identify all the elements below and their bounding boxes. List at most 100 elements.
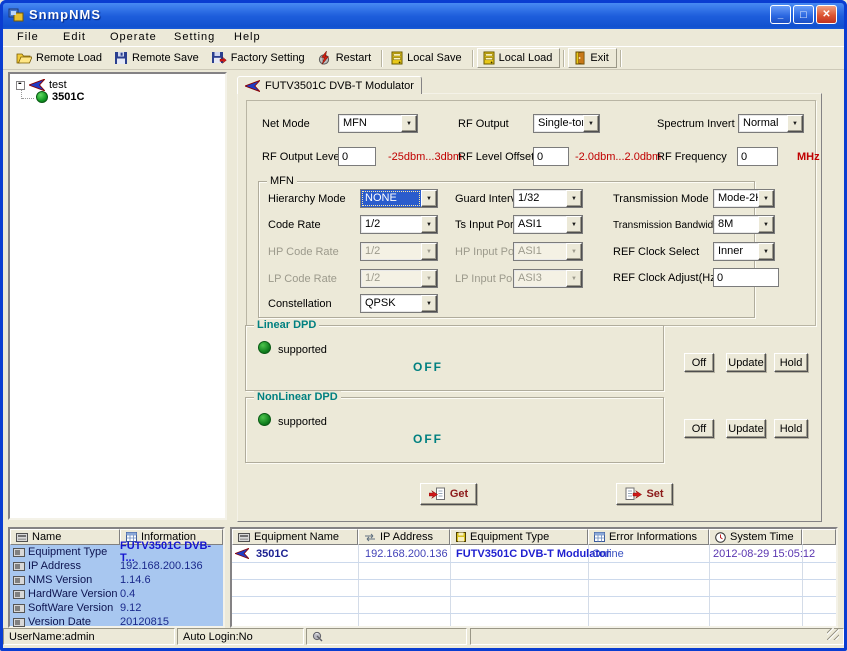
linear-dpd-update-button[interactable]: Update — [726, 353, 766, 372]
tree-node-root[interactable]: test — [16, 79, 67, 91]
rf-frequency-label: RF Frequency — [657, 151, 727, 164]
eq-header-filler — [802, 529, 836, 545]
linear-dpd-off-button[interactable]: Off — [684, 353, 714, 372]
nonlinear-dpd-update-button[interactable]: Update — [726, 419, 766, 438]
info-header-name[interactable]: Name — [10, 529, 120, 545]
chevron-down-icon[interactable] — [566, 216, 582, 233]
grid-line — [232, 562, 836, 563]
get-button[interactable]: Get — [420, 483, 477, 505]
arrow-logo-icon — [245, 80, 260, 92]
tab-modulator[interactable]: FUTV3501C DVB-T Modulator — [237, 76, 422, 94]
local-load-button[interactable]: Local Load — [477, 48, 561, 68]
equipment-row[interactable]: 3501C 192.168.200.136 FUTV3501C DVB-T Mo… — [232, 545, 836, 562]
menu-file[interactable]: File — [12, 30, 44, 44]
transmission-bandwidth-label: Transmission Bandwidth — [613, 219, 722, 232]
spectrum-invert-label: Spectrum Invert — [657, 118, 735, 131]
linear-dpd-supported-label: supported — [278, 344, 327, 357]
constellation-select[interactable]: QPSK — [360, 294, 438, 313]
chevron-down-icon[interactable] — [787, 115, 803, 132]
chevron-down-icon[interactable] — [566, 190, 582, 207]
code-rate-select[interactable]: 1/2 — [360, 215, 438, 234]
eq-ip: 192.168.200.136 — [365, 548, 448, 560]
rf-level-offset-input[interactable] — [533, 147, 569, 166]
chevron-down-icon[interactable] — [421, 295, 437, 312]
ref-clock-adjust-input[interactable] — [713, 268, 779, 287]
info-row[interactable]: IP Address 192.168.200.136 — [10, 559, 223, 573]
menu-edit[interactable]: Edit — [58, 30, 91, 44]
resize-grip[interactable] — [827, 628, 839, 640]
chevron-down-icon[interactable] — [758, 190, 774, 207]
rf-frequency-input[interactable] — [737, 147, 778, 166]
nonlinear-dpd-supported-label: supported — [278, 416, 327, 429]
tree-node-device[interactable]: 3501C — [36, 91, 84, 103]
lp-input-port-label: LP Input Port — [455, 273, 519, 286]
chevron-down-icon — [421, 270, 437, 287]
toolbar-separator — [381, 50, 383, 67]
info-row[interactable]: NMS Version 1.14.6 — [10, 573, 223, 587]
minimize-button[interactable] — [770, 5, 791, 24]
info-row[interactable]: HardWare Version 0.4 — [10, 587, 223, 601]
nonlinear-dpd-groupbox: NonLinear DPD — [245, 397, 664, 463]
eq-header-time[interactable]: System Time — [709, 529, 802, 545]
chevron-down-icon — [566, 270, 582, 287]
hp-input-port-select: ASI1 — [513, 242, 583, 261]
chevron-down-icon[interactable] — [758, 216, 774, 233]
close-button[interactable] — [816, 5, 837, 24]
menu-operate[interactable]: Operate — [105, 30, 162, 44]
rf-output-level-label: RF Output Level — [262, 151, 342, 164]
exit-button[interactable]: Exit — [568, 48, 616, 68]
statusbar-username: UserName:admin — [3, 628, 175, 645]
arrow-logo-icon — [235, 548, 249, 559]
chevron-down-icon[interactable] — [421, 216, 437, 233]
property-icon — [13, 548, 25, 557]
floppy-restore-icon — [211, 51, 227, 65]
ts-input-port-label: Ts Input Port — [455, 219, 517, 232]
transmission-bandwidth-select[interactable]: 8M — [713, 215, 775, 234]
application-window: SnmpNMS File Edit Operate Setting Help R… — [0, 0, 847, 651]
hierarchy-mode-select[interactable]: NONE — [360, 189, 438, 208]
chevron-down-icon[interactable] — [758, 243, 774, 260]
open-folder-icon — [16, 51, 32, 65]
remote-load-button[interactable]: Remote Load — [11, 48, 109, 68]
restart-button[interactable]: Restart — [312, 48, 378, 68]
eq-header-name[interactable]: Equipment Name — [232, 529, 358, 545]
rf-level-offset-range: -2.0dbm...2.0dbm — [575, 151, 661, 164]
ts-input-port-select[interactable]: ASI1 — [513, 215, 583, 234]
spectrum-invert-select[interactable]: Normal — [738, 114, 804, 133]
maximize-button[interactable] — [793, 5, 814, 24]
grid-line — [232, 613, 836, 614]
toolbar: Remote Load Remote Save Factory Setting … — [3, 46, 844, 70]
device-status-icon — [36, 91, 48, 103]
chevron-down-icon[interactable] — [401, 115, 417, 132]
net-mode-select[interactable]: MFN — [338, 114, 418, 133]
grid-icon — [594, 532, 605, 542]
remote-save-button[interactable]: Remote Save — [109, 48, 206, 68]
hp-input-port-label: HP Input Port — [455, 246, 521, 259]
nonlinear-dpd-hold-button[interactable]: Hold — [774, 419, 808, 438]
chevron-down-icon[interactable] — [421, 190, 437, 207]
nonlinear-dpd-off-button[interactable]: Off — [684, 419, 714, 438]
chevron-down-icon[interactable] — [583, 115, 599, 132]
ref-clock-select[interactable]: Inner — [713, 242, 775, 261]
chevron-down-icon — [421, 243, 437, 260]
guard-interval-select[interactable]: 1/32 — [513, 189, 583, 208]
eq-header-ip[interactable]: IP Address — [358, 529, 450, 545]
info-row[interactable]: Equipment Type FUTV3501C DVB-T... — [10, 545, 223, 559]
menu-setting[interactable]: Setting — [169, 30, 220, 44]
collapse-icon[interactable] — [16, 81, 25, 90]
eq-header-error[interactable]: Error Informations — [588, 529, 709, 545]
rf-output-level-input[interactable] — [338, 147, 376, 166]
mouse-icon — [312, 631, 324, 643]
factory-setting-button[interactable]: Factory Setting — [206, 48, 312, 68]
local-save-button[interactable]: Local Save — [386, 48, 468, 68]
info-row[interactable]: Version Date 20120815 — [10, 615, 223, 629]
rf-output-select[interactable]: Single-tone — [533, 114, 600, 133]
set-button[interactable]: Set — [616, 483, 673, 505]
menu-help[interactable]: Help — [229, 30, 266, 44]
statusbar-activity — [306, 628, 467, 645]
transmission-mode-select[interactable]: Mode-2K — [713, 189, 775, 208]
eq-header-type[interactable]: Equipment Type — [450, 529, 588, 545]
property-icon — [13, 590, 25, 599]
info-row[interactable]: SoftWare Version 9.12 — [10, 601, 223, 615]
linear-dpd-hold-button[interactable]: Hold — [774, 353, 808, 372]
